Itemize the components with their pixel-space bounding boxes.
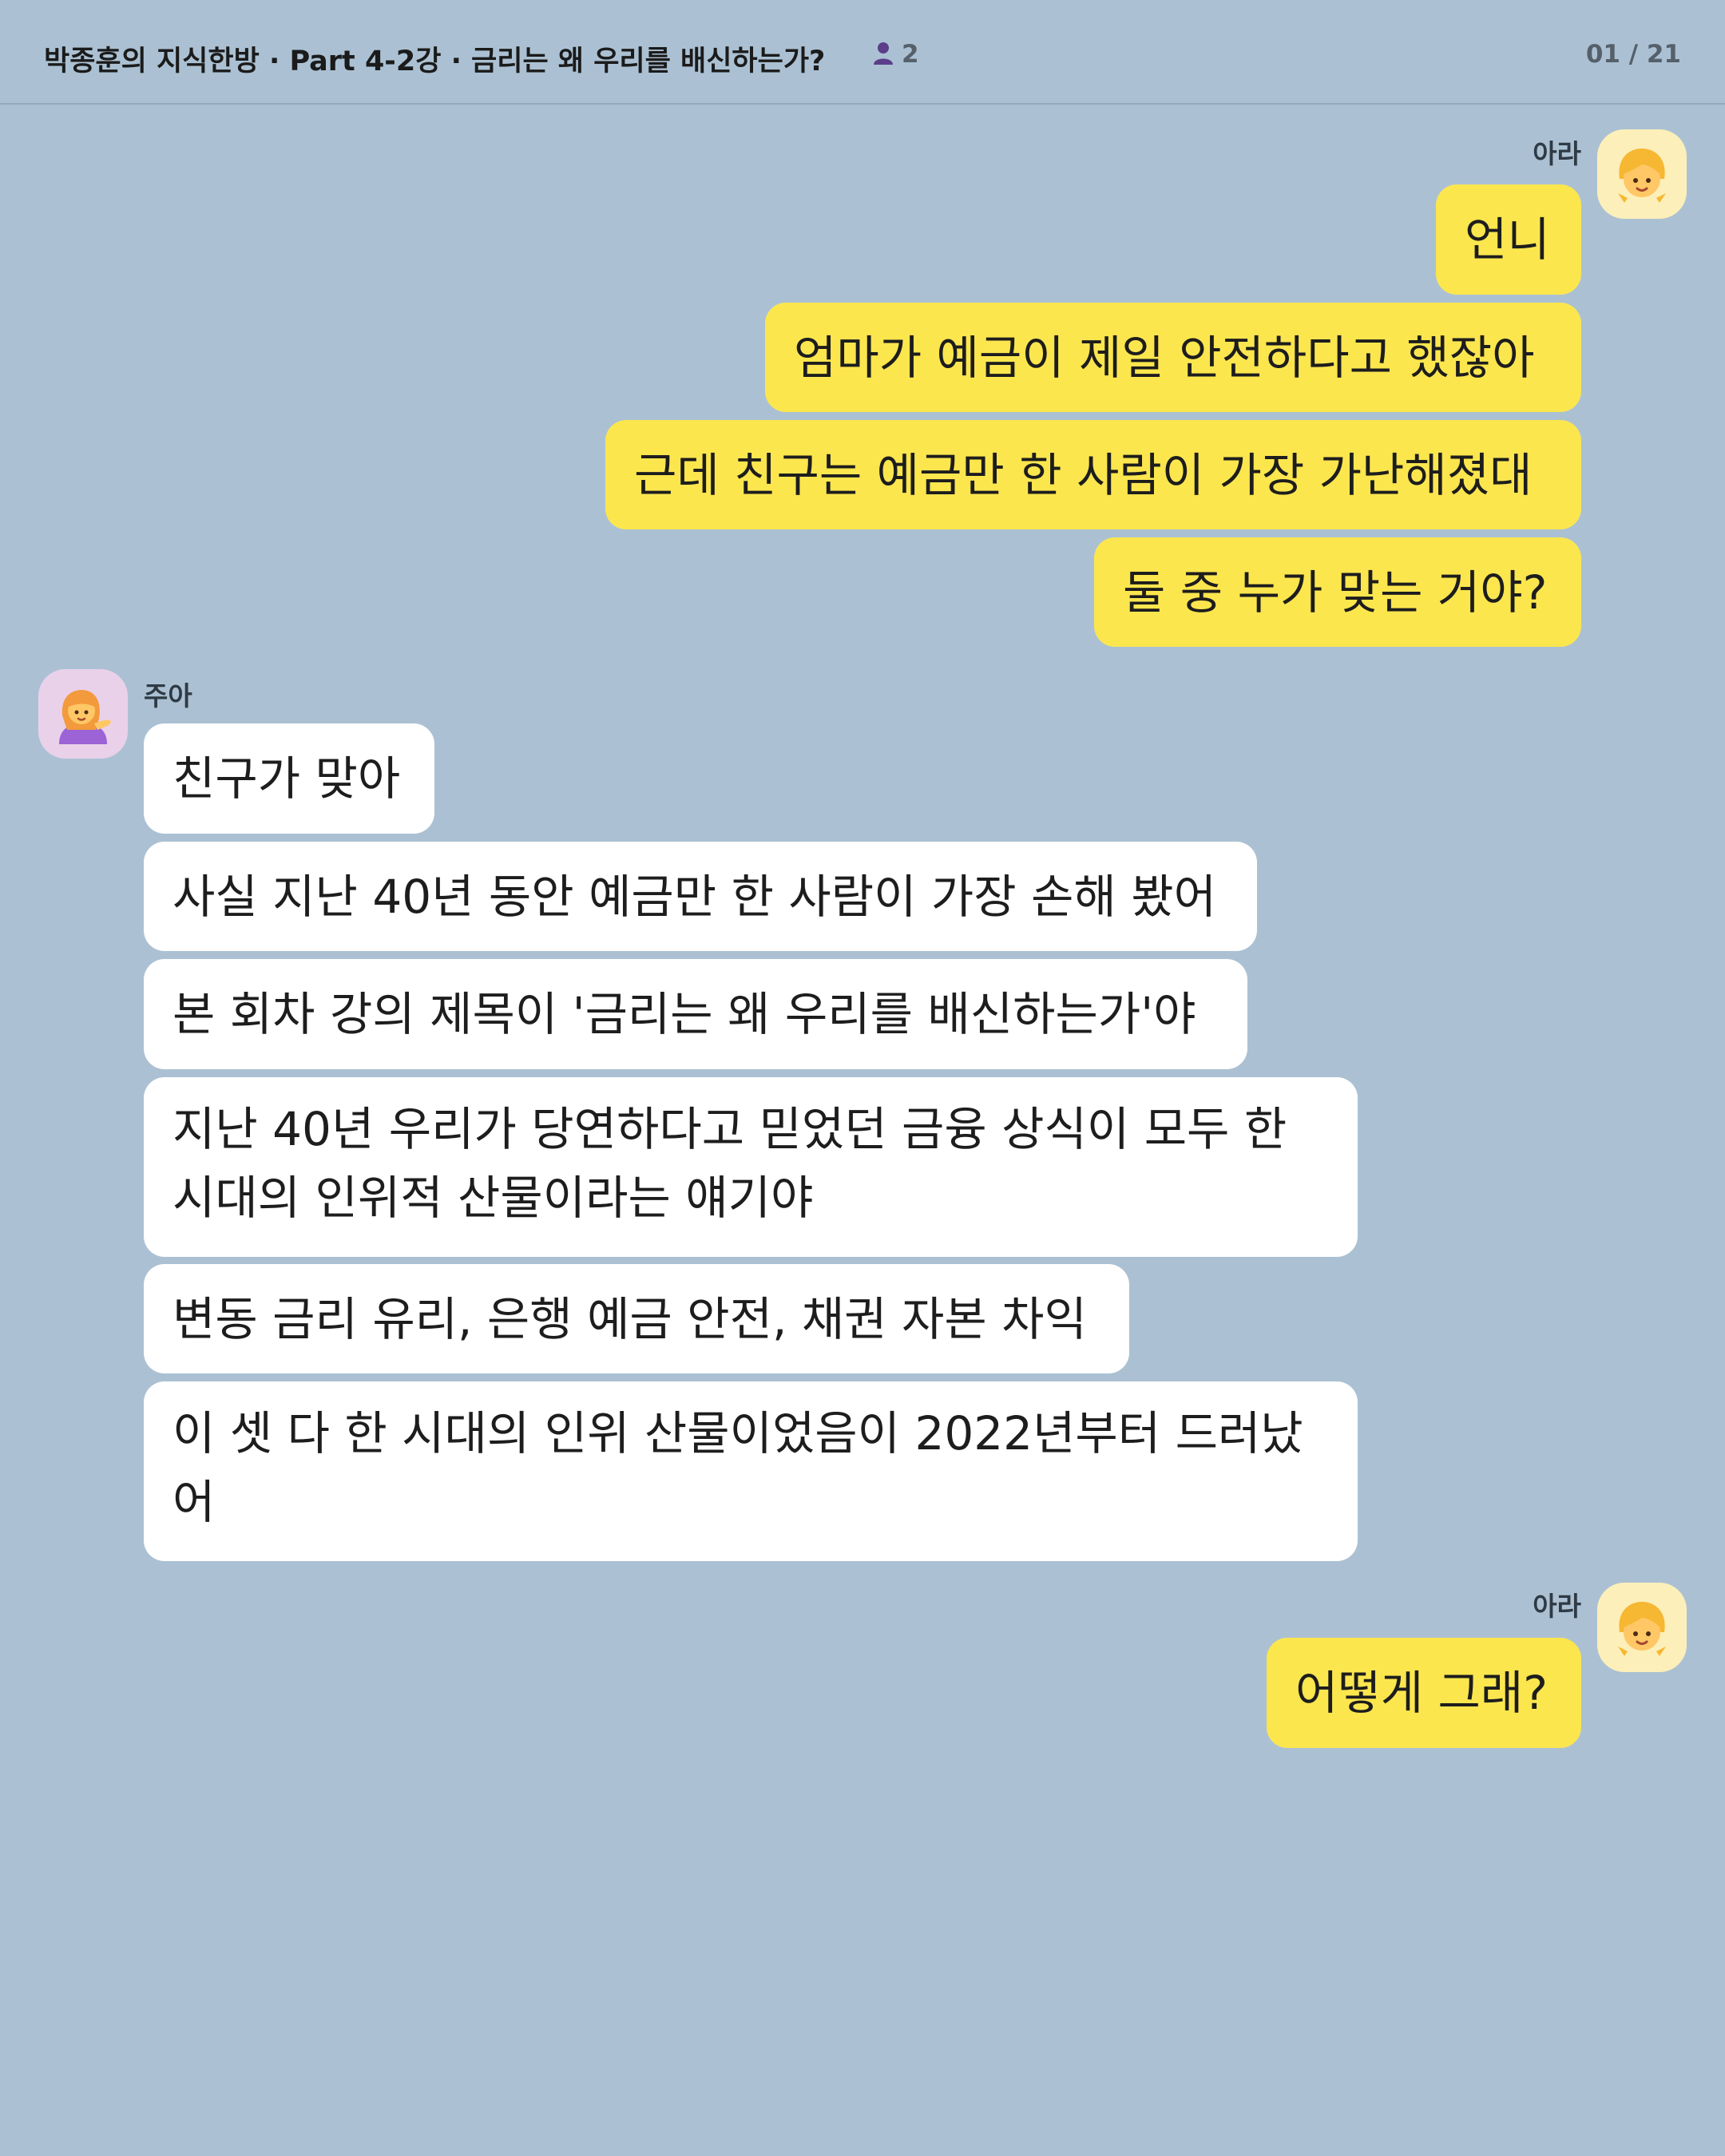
avatar[interactable] bbox=[38, 669, 128, 759]
girl-emoji-icon bbox=[1618, 1602, 1666, 1656]
avatar[interactable] bbox=[1597, 129, 1687, 219]
chat-header: 박종훈의 지식한방 · Part 4-2강 · 금리는 왜 우리를 배신하는가?… bbox=[0, 0, 1725, 105]
message-bubble[interactable]: 이 셋 다 한 시대의 인위 산물이었음이 2022년부터 드러났어 bbox=[144, 1381, 1358, 1561]
woman-tipping-hand-emoji-icon bbox=[59, 690, 111, 744]
sender-name: 아라 bbox=[1533, 1591, 1581, 1622]
chat-room-title: 박종훈의 지식한방 · Part 4-2강 · 금리는 왜 우리를 배신하는가? bbox=[44, 46, 826, 77]
message-bubble[interactable]: 언니 bbox=[1436, 184, 1581, 295]
girl-emoji-icon bbox=[1618, 149, 1666, 203]
sender-name: 아라 bbox=[1533, 138, 1581, 169]
message-bubble[interactable]: 어떻게 그래? bbox=[1267, 1638, 1581, 1748]
message-bubble[interactable]: 본 회차 강의 제목이 '금리는 왜 우리를 배신하는가'야 bbox=[144, 959, 1247, 1069]
message-bubble[interactable]: 엄마가 예금이 제일 안전하다고 했잖아 bbox=[765, 303, 1581, 412]
message-bubble[interactable]: 둘 중 누가 맞는 거야? bbox=[1094, 537, 1581, 647]
message-bubble[interactable]: 근데 친구는 예금만 한 사람이 가장 가난해졌대 bbox=[605, 420, 1581, 529]
member-count-value: 2 bbox=[902, 40, 919, 69]
message-bubble[interactable]: 친구가 맞아 bbox=[144, 723, 434, 834]
sender-name: 주아 bbox=[144, 680, 192, 711]
member-count[interactable]: 2 bbox=[873, 40, 919, 69]
message-bubble[interactable]: 변동 금리 유리, 은행 예금 안전, 채권 자본 차익 bbox=[144, 1264, 1129, 1373]
message-bubble[interactable]: 지난 40년 우리가 당연하다고 믿었던 금융 상식이 모두 한 시대의 인위적… bbox=[144, 1077, 1358, 1257]
page-indicator: 01 / 21 bbox=[1585, 40, 1681, 69]
message-bubble[interactable]: 사실 지난 40년 동안 예금만 한 사람이 가장 손해 봤어 bbox=[144, 842, 1257, 951]
person-icon bbox=[874, 42, 893, 65]
avatar[interactable] bbox=[1597, 1583, 1687, 1672]
